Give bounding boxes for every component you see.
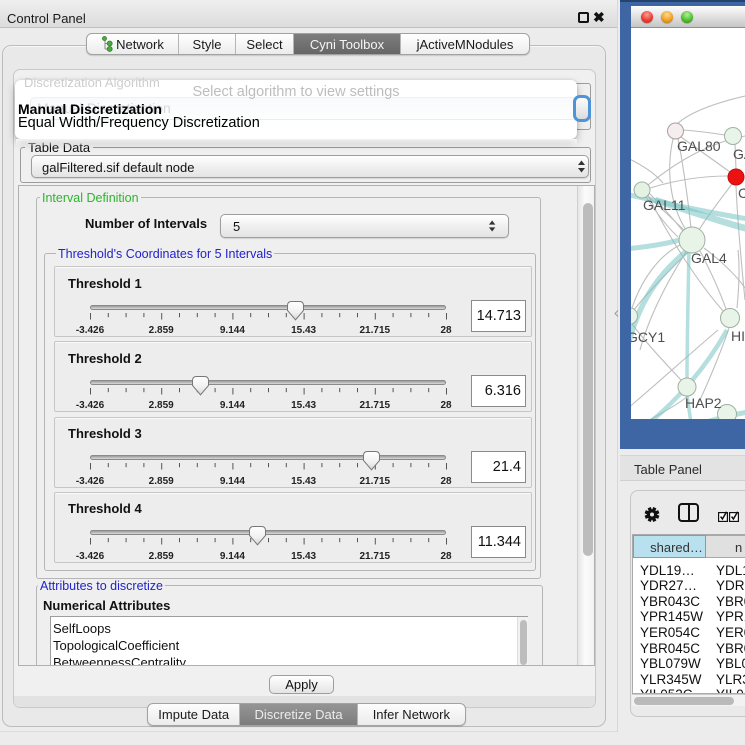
svg-text:HAP2: HAP2 [685,395,722,411]
svg-text:CYC: CYC [738,185,745,201]
svg-text:GAL: GAL [733,146,745,162]
svg-text:GCY1: GCY1 [631,329,665,345]
svg-text:GAL4: GAL4 [691,250,727,266]
svg-text:GAL11: GAL11 [643,197,686,213]
svg-text:GAL80: GAL80 [677,138,721,154]
svg-text:HIS: HIS [731,328,745,344]
